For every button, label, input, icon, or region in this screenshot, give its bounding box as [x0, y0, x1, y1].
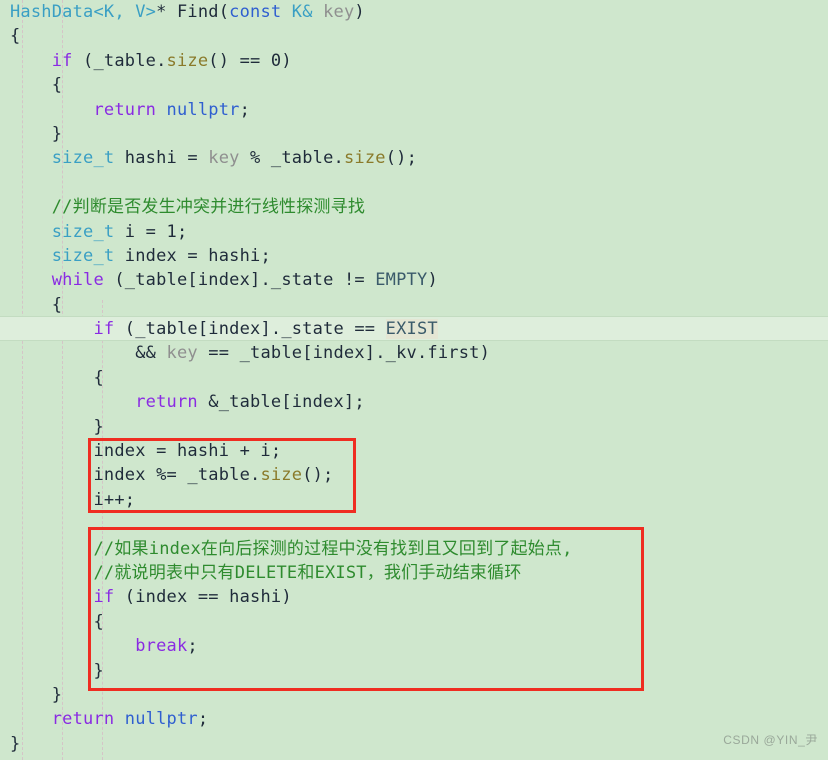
code-line[interactable]: { [0, 366, 828, 390]
code-line[interactable]: { [0, 24, 828, 48]
token-keyword: return [93, 99, 157, 120]
token-comment: //如果index在向后探测的过程中没有找到且又回到了起始点, [93, 538, 573, 559]
code-line[interactable]: while (_table[index]._state != EMPTY) [0, 268, 828, 292]
code-line[interactable]: //如果index在向后探测的过程中没有找到且又回到了起始点, [0, 537, 828, 561]
code-line[interactable]: if (_table.size() == 0) [0, 49, 828, 73]
token-keyword: nullptr [166, 99, 240, 120]
code-line[interactable]: { [0, 610, 828, 634]
code-line[interactable]: if (_table[index]._state == EXIST [0, 317, 828, 341]
token-member-function: size [166, 50, 209, 71]
code-line[interactable]: size_t index = hashi; [0, 244, 828, 268]
code-line[interactable]: return nullptr; [0, 707, 828, 731]
code-line[interactable]: { [0, 73, 828, 97]
code-line[interactable]: { [0, 293, 828, 317]
code-line[interactable]: size_t i = 1; [0, 220, 828, 244]
code-line[interactable]: HashData<K, V>* Find(const K& key) [0, 0, 828, 24]
code-line[interactable]: i++; [0, 488, 828, 512]
token-keyword: nullptr [124, 709, 198, 730]
code-line[interactable]: return &_table[index]; [0, 390, 828, 414]
code-line[interactable]: index = hashi + i; [0, 439, 828, 463]
code-editor[interactable]: HashData<K, V>* Find(const K& key){ if (… [0, 0, 828, 760]
token-keyword: return [135, 392, 198, 413]
token-comment: //就说明表中只有DELETE和EXIST，我们手动结束循环 [93, 562, 522, 583]
token-keyword: if [93, 587, 115, 608]
code-line[interactable]: size_t hashi = key % _table.size(); [0, 146, 828, 170]
code-line[interactable]: } [0, 683, 828, 707]
code-line[interactable] [0, 171, 828, 195]
code-line[interactable]: } [0, 732, 828, 756]
code-line[interactable]: return nullptr; [0, 98, 828, 122]
token-keyword: if [51, 50, 73, 71]
token-keyword: return [51, 709, 115, 730]
token-type: size_t [51, 245, 115, 266]
code-line[interactable]: //就说明表中只有DELETE和EXIST，我们手动结束循环 [0, 561, 828, 585]
token-parameter: key [323, 2, 355, 22]
token-macro: EMPTY [375, 270, 428, 291]
code-line[interactable]: index %= _table.size(); [0, 463, 828, 487]
code-line[interactable] [0, 512, 828, 536]
code-line[interactable]: break; [0, 634, 828, 658]
code-content[interactable]: HashData<K, V>* Find(const K& key){ if (… [0, 0, 828, 756]
code-line[interactable]: //判断是否发生冲突并进行线性探测寻找 [0, 195, 828, 219]
code-line[interactable]: && key == _table[index]._kv.first) [0, 341, 828, 365]
token-type: HashData<K, V> [10, 2, 157, 22]
code-line[interactable]: if (index == hashi) [0, 585, 828, 609]
selected-word[interactable]: EXIST [385, 319, 438, 340]
token-keyword: while [51, 270, 104, 291]
code-line[interactable]: } [0, 659, 828, 683]
token-keyword: const [229, 2, 282, 22]
watermark: CSDN @YIN_尹 [723, 733, 818, 747]
token-comment: //判断是否发生冲突并进行线性探测寻找 [51, 197, 366, 218]
code-line[interactable]: } [0, 415, 828, 439]
code-line[interactable]: } [0, 122, 828, 146]
token-function: Find [176, 2, 219, 22]
token-type: size_t [51, 148, 115, 169]
token-type: size_t [51, 221, 115, 242]
token-keyword: if [93, 319, 115, 340]
token-keyword: break [135, 636, 188, 657]
